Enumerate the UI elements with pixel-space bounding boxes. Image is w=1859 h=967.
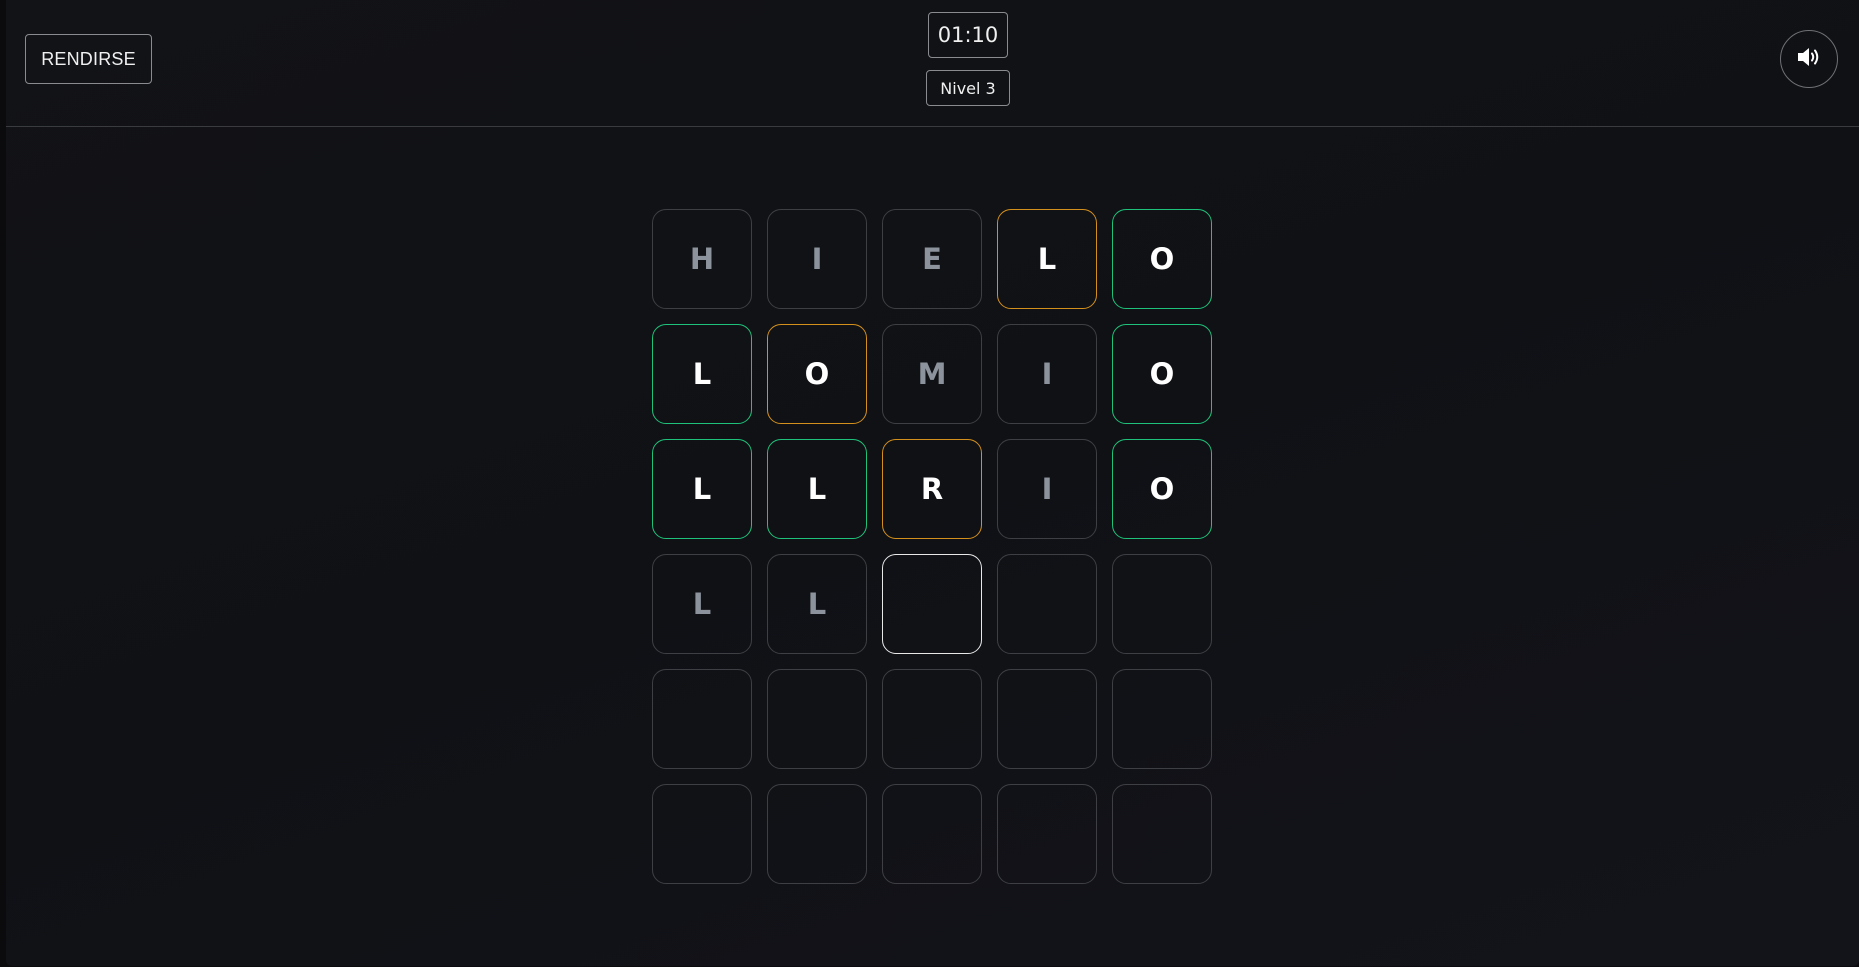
give-up-button[interactable]: RENDIRSE bbox=[25, 34, 152, 84]
timer-display: 01:10 bbox=[928, 12, 1008, 58]
board-tile: L bbox=[652, 554, 752, 654]
board-tile bbox=[1112, 784, 1212, 884]
board-tile: H bbox=[652, 209, 752, 309]
board-tile: O bbox=[1112, 439, 1212, 539]
board-tile: L bbox=[767, 439, 867, 539]
board-tile bbox=[882, 784, 982, 884]
sound-toggle-button[interactable] bbox=[1780, 30, 1838, 88]
board-tile: O bbox=[1112, 209, 1212, 309]
board-tile bbox=[1112, 554, 1212, 654]
word-board: H I E L O L O M I O L L R I O L L bbox=[652, 209, 1212, 884]
board-tile-active bbox=[882, 554, 982, 654]
volume-icon bbox=[1796, 46, 1822, 72]
board-tile: O bbox=[767, 324, 867, 424]
board-tile bbox=[1112, 669, 1212, 769]
board-tile: O bbox=[1112, 324, 1212, 424]
board-tile bbox=[767, 784, 867, 884]
board-tile bbox=[997, 669, 1097, 769]
board-tile bbox=[997, 554, 1097, 654]
board-tile bbox=[767, 669, 867, 769]
board-tile bbox=[652, 784, 752, 884]
game-app: RENDIRSE 01:10 Nivel 3 H I E L O L O M I… bbox=[6, 0, 1859, 966]
board-tile: R bbox=[882, 439, 982, 539]
board-tile bbox=[652, 669, 752, 769]
board-tile: L bbox=[767, 554, 867, 654]
level-badge: Nivel 3 bbox=[926, 70, 1010, 106]
board-tile: I bbox=[997, 439, 1097, 539]
game-header: RENDIRSE 01:10 Nivel 3 bbox=[6, 0, 1859, 127]
board-tile: M bbox=[882, 324, 982, 424]
board-tile: I bbox=[997, 324, 1097, 424]
board-tile: E bbox=[882, 209, 982, 309]
board-tile: L bbox=[652, 439, 752, 539]
board-tile: L bbox=[652, 324, 752, 424]
board-tile bbox=[997, 784, 1097, 884]
board-tile: L bbox=[997, 209, 1097, 309]
board-tile: I bbox=[767, 209, 867, 309]
board-tile bbox=[882, 669, 982, 769]
